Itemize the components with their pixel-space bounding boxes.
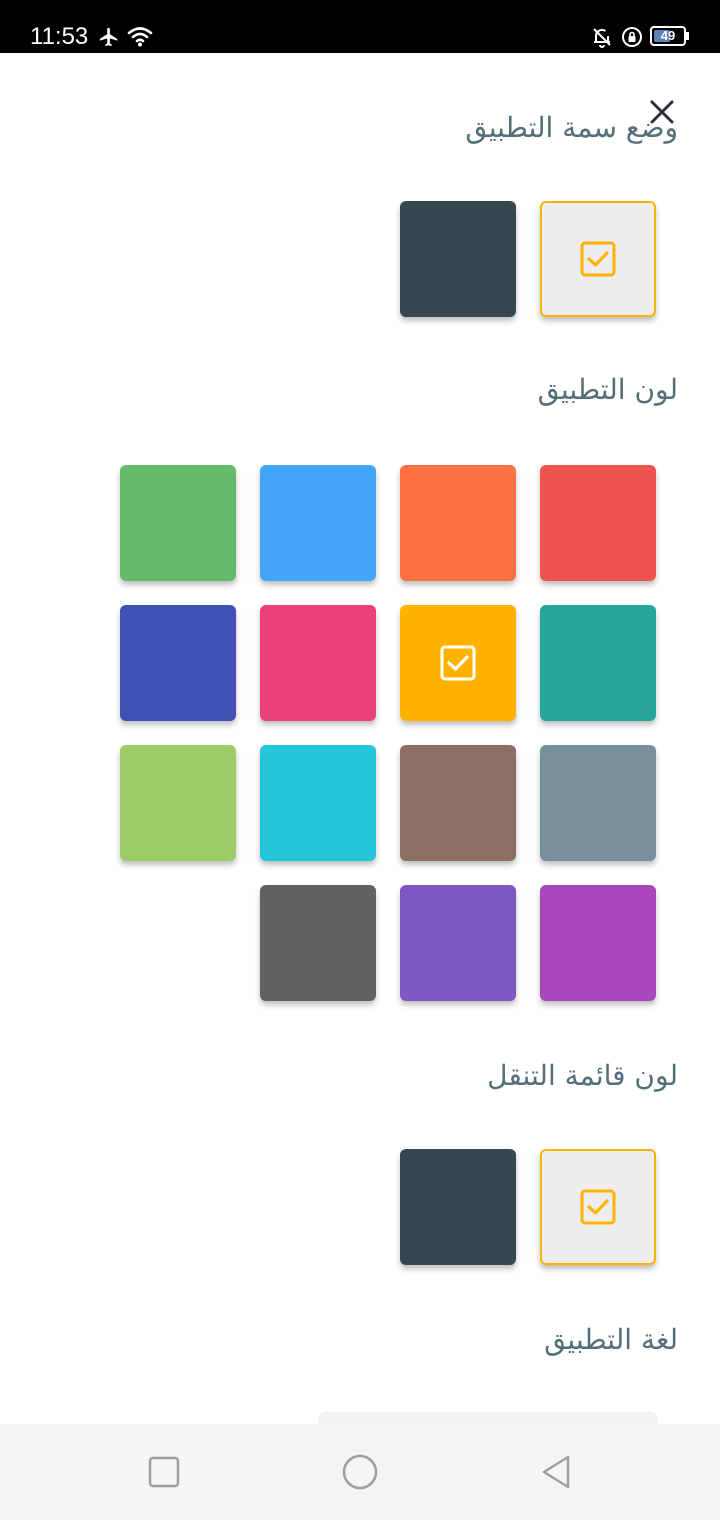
app-color-swatch[interactable] — [540, 465, 656, 581]
app-color-swatch[interactable] — [540, 885, 656, 1001]
app-color-title: لون التطبيق — [537, 373, 678, 406]
app-color-swatch[interactable] — [400, 465, 516, 581]
checkbox-checked-icon — [440, 645, 476, 681]
checkbox-checked-icon — [580, 241, 616, 277]
app-color-swatch[interactable] — [540, 745, 656, 861]
app-color-swatch[interactable] — [120, 745, 236, 861]
status-time: 11:53 — [30, 23, 89, 50]
home-icon[interactable] — [340, 1452, 380, 1492]
status-bar: 11:53 49 — [0, 0, 720, 53]
theme-mode-swatch-dark[interactable] — [400, 201, 516, 317]
theme-mode-swatch-light[interactable] — [540, 201, 656, 317]
app-color-swatch[interactable] — [260, 885, 376, 1001]
app-color-swatch[interactable] — [540, 605, 656, 721]
nav-color-title: لون قائمة التنقل — [487, 1059, 678, 1092]
system-nav-bar — [0, 1424, 720, 1520]
app-color-swatch[interactable] — [120, 605, 236, 721]
language-title: لغة التطبيق — [544, 1323, 678, 1356]
app-color-swatch[interactable] — [400, 605, 516, 721]
airplane-icon — [99, 27, 118, 47]
app-color-swatch[interactable] — [400, 745, 516, 861]
app-color-swatch[interactable] — [260, 465, 376, 581]
app-color-swatch[interactable] — [260, 605, 376, 721]
app-color-swatch[interactable] — [120, 465, 236, 581]
battery-icon: 49 — [650, 26, 686, 46]
wifi-icon — [127, 27, 153, 47]
lock-rotation-icon — [622, 27, 642, 47]
nav-color-swatch-dark[interactable] — [400, 1149, 516, 1265]
battery-level: 49 — [660, 28, 676, 43]
nav-color-swatch-light[interactable] — [540, 1149, 656, 1265]
checkbox-checked-icon — [580, 1189, 616, 1225]
theme-mode-title: وضع سمة التطبيق — [465, 111, 678, 144]
bell-off-icon — [593, 28, 611, 48]
battery-tip — [686, 32, 689, 40]
back-icon[interactable] — [536, 1452, 576, 1492]
app-color-swatch[interactable] — [260, 745, 376, 861]
recent-apps-icon[interactable] — [144, 1452, 184, 1492]
app-color-swatch[interactable] — [400, 885, 516, 1001]
